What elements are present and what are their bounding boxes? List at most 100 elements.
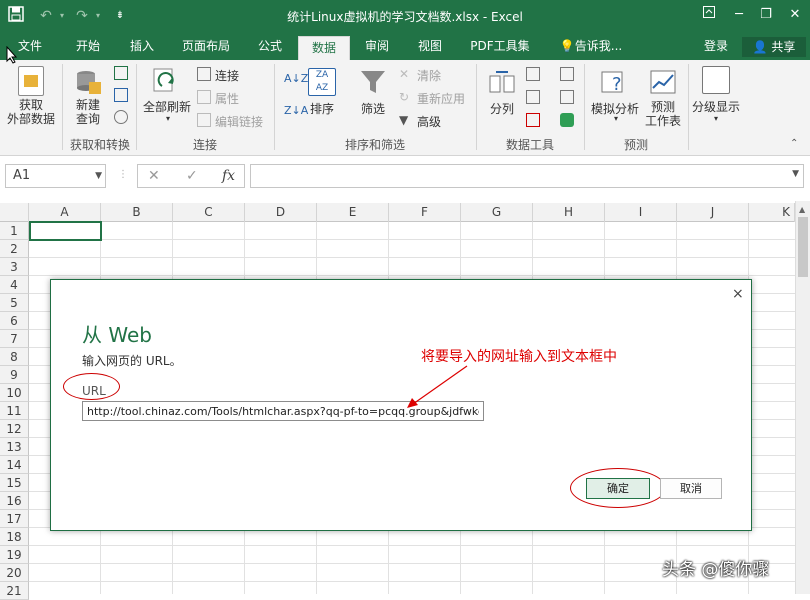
row-header[interactable]: 8 [0,348,29,366]
row-header[interactable]: 5 [0,294,29,312]
formula-input[interactable]: ▼ [250,164,804,188]
cancel-button[interactable]: 取消 [660,478,722,499]
ok-button[interactable]: 确定 [586,478,650,499]
tab-view[interactable]: 视图 [408,33,452,60]
tab-home[interactable]: 开始 [66,33,110,60]
advanced-button[interactable]: 高级 [417,113,441,130]
minimize-icon[interactable]: ─ [727,4,751,26]
relationships-icon[interactable] [560,90,574,104]
show-queries-icon[interactable] [114,66,128,80]
row-header[interactable]: 17 [0,510,29,528]
collapse-ribbon-icon[interactable]: ⌃ [790,138,798,149]
column-header[interactable]: H [533,203,605,222]
formula-bar-area: A1 ▼ ⋮ ✕ ✓ fx ▼ [0,157,810,201]
flash-fill-icon[interactable] [526,67,540,81]
row-header[interactable]: 19 [0,546,29,564]
edit-links-button[interactable]: 编辑链接 [215,113,263,130]
formula-bar-grip-icon: ⋮ [118,169,128,180]
column-header[interactable]: J [677,203,749,222]
restore-icon[interactable]: ❐ [754,4,778,26]
refresh-dropdown-icon[interactable]: ▾ [162,114,174,123]
row-header[interactable]: 18 [0,528,29,546]
mouse-cursor-icon [6,45,18,68]
row-header[interactable]: 12 [0,420,29,438]
select-all-corner[interactable] [0,203,29,222]
what-if-dropdown-icon[interactable]: ▾ [610,114,622,123]
person-icon: 👤 [752,40,768,54]
expand-formula-bar-icon[interactable]: ▼ [792,169,799,179]
column-header[interactable]: G [461,203,533,222]
outline-dropdown-icon[interactable]: ▾ [710,114,722,123]
row-header[interactable]: 13 [0,438,29,456]
row-header[interactable]: 4 [0,276,29,294]
properties-button[interactable]: 属性 [215,90,239,107]
annotation-arrow [407,365,468,408]
column-header[interactable]: F [389,203,461,222]
row-header[interactable]: 16 [0,492,29,510]
row-header[interactable]: 1 [0,222,29,240]
login-button[interactable]: 登录 [704,33,728,60]
new-query-button[interactable]: 新建 查询 [70,98,106,126]
row-header[interactable]: 15 [0,474,29,492]
row-header[interactable]: 20 [0,564,29,582]
row-header[interactable]: 3 [0,258,29,276]
reapply-button[interactable]: 重新应用 [417,90,465,107]
column-header[interactable]: K [749,203,795,222]
row-header[interactable]: 14 [0,456,29,474]
tab-pdf-tools[interactable]: PDF工具集 [463,33,537,60]
column-header[interactable]: D [245,203,317,222]
properties-icon [197,90,211,104]
refresh-all-button[interactable]: 全部刷新 [141,98,193,115]
close-window-icon[interactable]: ✕ [783,4,807,26]
tell-me-search[interactable]: 💡告诉我... [556,33,626,60]
tab-page-layout[interactable]: 页面布局 [174,33,238,60]
data-model-icon[interactable] [560,113,574,127]
column-header[interactable]: A [29,203,101,222]
cancel-formula-icon[interactable]: ✕ [148,168,160,184]
scrollbar-thumb[interactable] [798,217,808,277]
filter-button[interactable]: 筛选 [357,100,389,117]
gridline [29,239,795,240]
row-header[interactable]: 9 [0,366,29,384]
ribbon-display-options-icon[interactable] [697,4,721,26]
row-header[interactable]: 11 [0,402,29,420]
row-header[interactable]: 2 [0,240,29,258]
reapply-icon: ↻ [399,90,410,104]
column-header[interactable]: I [605,203,677,222]
scroll-up-icon[interactable]: ▲ [799,205,805,214]
tab-insert[interactable]: 插入 [120,33,164,60]
connections-button[interactable]: 连接 [215,67,239,84]
row-header[interactable]: 10 [0,384,29,402]
name-box-dropdown-icon[interactable]: ▼ [95,165,102,187]
data-validation-icon[interactable] [526,113,540,127]
row-header[interactable]: 21 [0,582,29,600]
vertical-scrollbar[interactable]: ▲ [795,201,810,594]
column-header[interactable]: E [317,203,389,222]
insert-function-icon[interactable]: fx [222,168,235,184]
group-label-get-transform: 获取和转换 [69,138,130,152]
tab-review[interactable]: 审阅 [355,33,399,60]
share-button[interactable]: 👤 共享 [742,37,806,57]
row-header[interactable]: 7 [0,330,29,348]
consolidate-icon[interactable] [560,67,574,81]
recent-sources-icon[interactable] [114,110,128,124]
dialog-close-icon[interactable]: × [732,286,744,302]
column-header[interactable]: C [173,203,245,222]
sort-ascending-icon[interactable]: A↓Z [284,72,308,85]
name-box[interactable]: A1 ▼ [5,164,106,188]
forecast-sheet-button[interactable]: 预测 工作表 [643,100,683,128]
get-external-data-button[interactable]: 获取 外部数据 [3,98,59,126]
sort-descending-icon[interactable]: Z↓A [284,104,308,117]
column-header[interactable]: B [101,203,173,222]
text-to-columns-button[interactable]: 分列 [486,100,518,117]
tab-data[interactable]: 数据 [298,36,350,60]
selected-cell-a1[interactable] [29,221,102,241]
tab-formulas[interactable]: 公式 [248,33,292,60]
sort-button[interactable]: 排序 [306,100,338,117]
remove-duplicates-icon[interactable] [526,90,540,104]
clear-button[interactable]: 清除 [417,67,441,84]
row-header[interactable]: 6 [0,312,29,330]
enter-formula-icon[interactable]: ✓ [186,168,198,184]
outline-button[interactable]: 分级显示 [690,98,742,115]
from-table-icon[interactable] [114,88,128,102]
